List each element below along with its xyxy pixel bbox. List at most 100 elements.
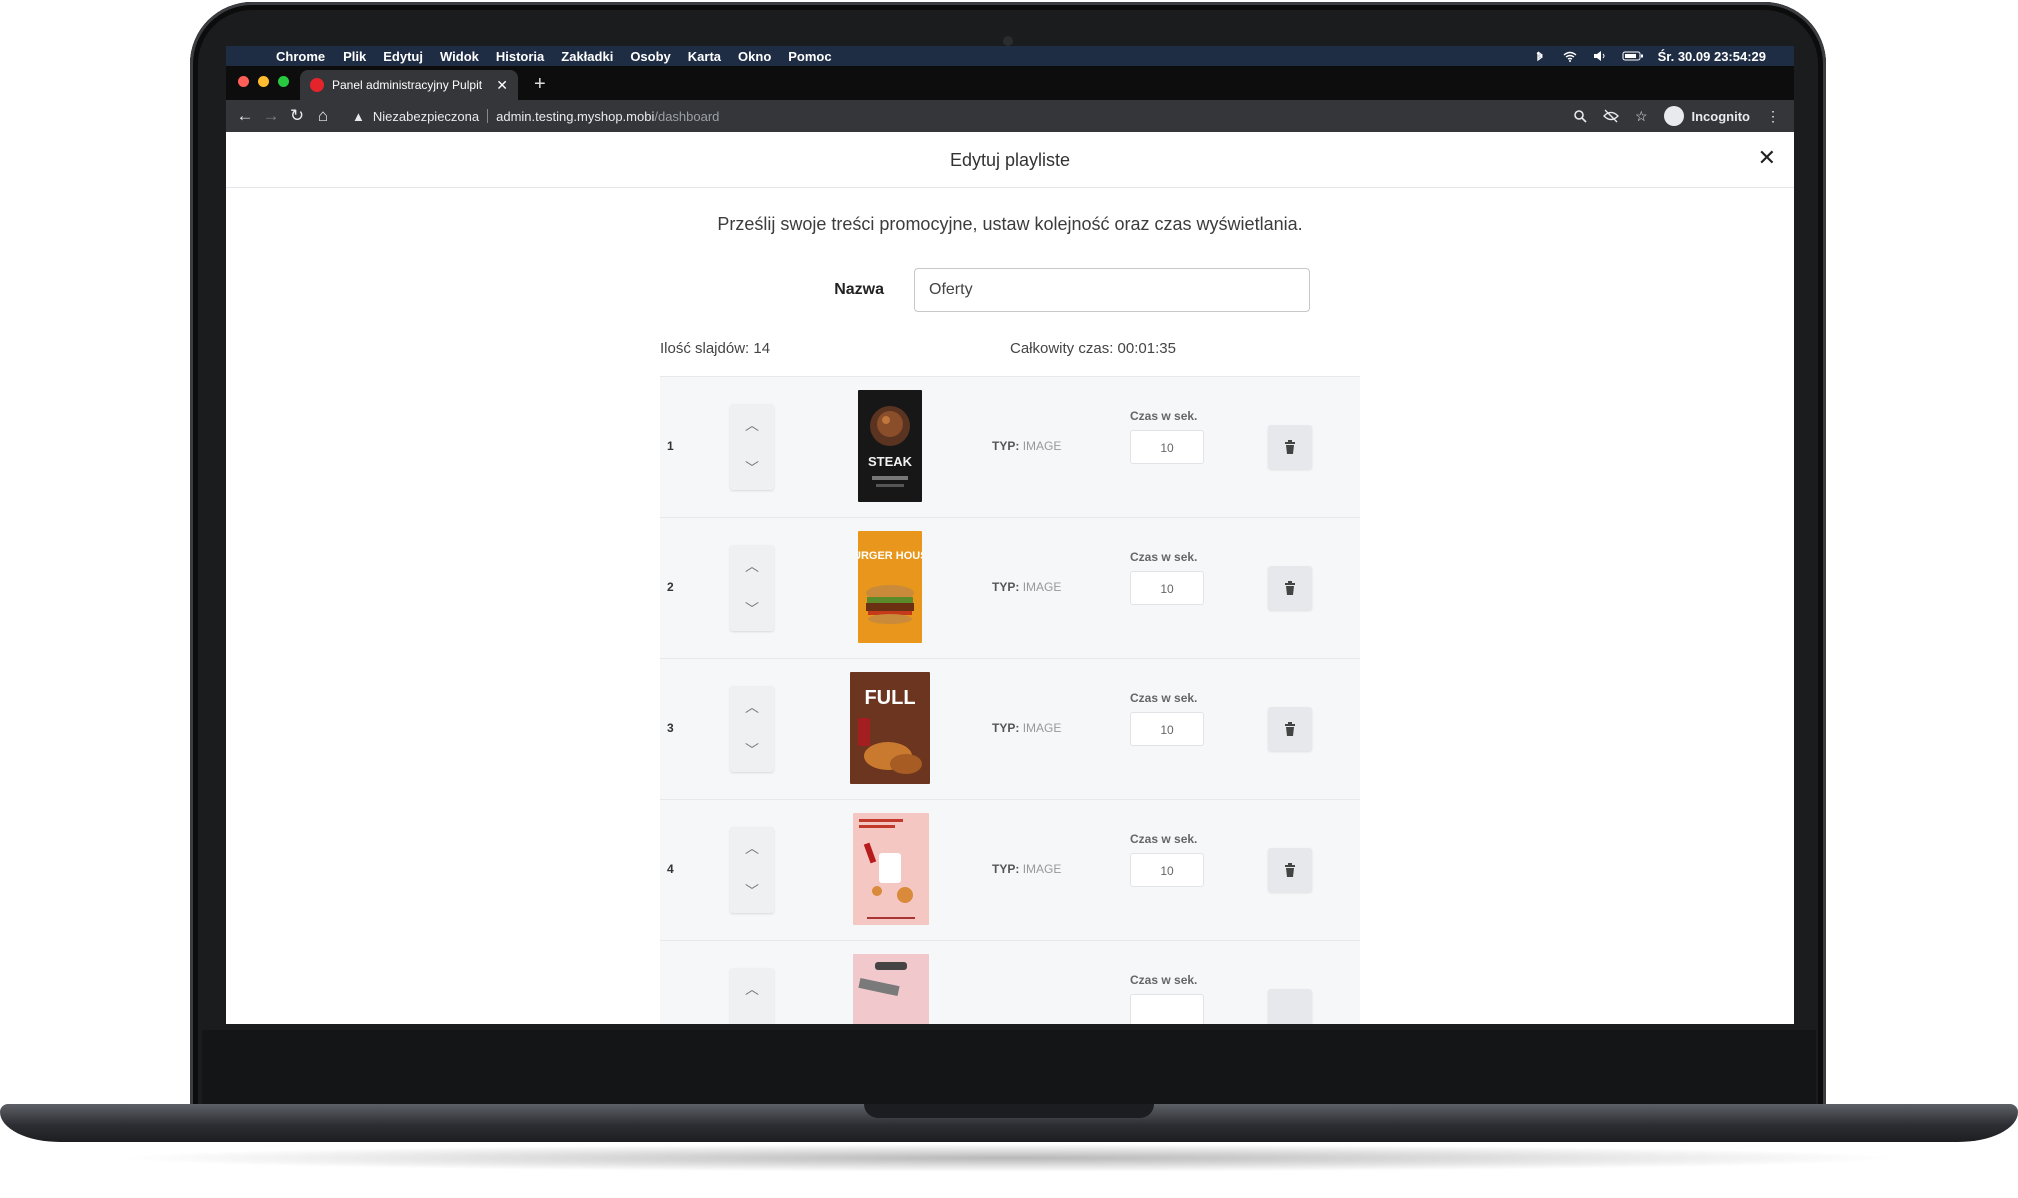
chevron-up-icon[interactable]: ︿ [730, 968, 774, 1011]
new-tab-button[interactable]: + [534, 73, 546, 96]
slide-thumbnail[interactable]: BURGER HOUSE [858, 531, 922, 643]
menu-zakladki[interactable]: Zakładki [561, 49, 613, 64]
close-icon[interactable]: ✕ [1758, 145, 1776, 171]
trash-icon [1285, 440, 1295, 454]
menu-osoby[interactable]: Osoby [630, 49, 670, 64]
slide-row: 4 ︿ ﹀ TYP: IMAGE Czas w sek. 10 [660, 799, 1360, 940]
slide-type: TYP: IMAGE [992, 862, 1061, 876]
slide-row: ︿ Czas w sek. [660, 940, 1360, 1024]
close-window-button[interactable] [238, 76, 249, 87]
slide-row: 2 ︿ ﹀ BURGER HOUSE TYP: IMAGE [660, 517, 1360, 658]
type-key: TYP: [992, 862, 1020, 876]
time-input[interactable] [1130, 994, 1204, 1024]
security-label: Niezabezpieczona [372, 108, 480, 124]
laptop-chin [202, 1030, 1816, 1104]
address-divider [487, 109, 489, 123]
laptop-mockup: Chrome Plik Edytuj Widok Historia Zakład… [0, 0, 2018, 1198]
home-icon[interactable]: ⌂ [310, 106, 336, 126]
slide-index: 4 [667, 862, 674, 876]
slide-index: 3 [667, 721, 674, 735]
slide-type: TYP: IMAGE [992, 580, 1061, 594]
menu-plik[interactable]: Plik [343, 49, 366, 64]
menu-historia[interactable]: Historia [496, 49, 544, 64]
tab-active[interactable]: Panel administracyjny Pulpit ✕ [300, 70, 518, 100]
delete-button[interactable] [1268, 848, 1312, 892]
modal-title: Edytuj playliste [949, 150, 1071, 170]
delete-button[interactable] [1268, 989, 1312, 1024]
profile-button[interactable]: Incognito [1663, 106, 1751, 126]
type-value: IMAGE [1022, 862, 1062, 876]
volume-icon[interactable] [1592, 50, 1608, 62]
slide-thumbnail[interactable] [853, 813, 929, 925]
bluetooth-icon[interactable] [1532, 50, 1548, 62]
tab-strip: Panel administracyjny Pulpit ✕ + [226, 66, 1794, 100]
slide-count: Ilość slajdów: 14 [660, 340, 771, 357]
type-value: IMAGE [1022, 721, 1062, 735]
menu-okno[interactable]: Okno [738, 49, 771, 64]
menu-karta[interactable]: Karta [688, 49, 721, 64]
wifi-icon[interactable] [1562, 50, 1578, 62]
menu-app[interactable]: Chrome [276, 49, 325, 64]
time-input[interactable]: 10 [1130, 853, 1204, 887]
chevron-down-icon[interactable]: ﹀ [730, 870, 774, 913]
profile-label: Incognito [1691, 108, 1751, 124]
eye-off-icon[interactable] [1603, 109, 1619, 123]
address-bar[interactable]: ▲ Niezabezpieczona admin.testing.myshop.… [352, 109, 719, 124]
mac-menu-bar: Chrome Plik Edytuj Widok Historia Zakład… [226, 46, 1794, 66]
reorder-controls: ︿ ﹀ [730, 404, 774, 490]
chevron-up-icon[interactable]: ︿ [730, 827, 774, 870]
menu-edytuj[interactable]: Edytuj [383, 49, 423, 64]
reload-icon[interactable]: ↻ [284, 106, 310, 126]
tab-title: Panel administracyjny Pulpit [332, 78, 483, 92]
zoom-icon[interactable] [1573, 109, 1587, 123]
modal-header: Edytuj playliste ✕ [226, 132, 1794, 188]
type-key: TYP: [992, 721, 1020, 735]
slide-index: 1 [667, 439, 674, 453]
menu-clock[interactable]: Śr. 30.09 23:54:29 [1658, 49, 1766, 64]
menu-dots-icon[interactable]: ⋮ [1766, 108, 1780, 125]
slide-thumbnail[interactable]: FULL [850, 672, 930, 784]
chevron-up-icon[interactable]: ︿ [730, 404, 774, 447]
menu-widok[interactable]: Widok [440, 49, 479, 64]
menu-pomoc[interactable]: Pomoc [788, 49, 831, 64]
name-label: Nazwa [834, 281, 884, 298]
zoom-window-button[interactable] [278, 76, 289, 87]
time-input[interactable]: 10 [1130, 571, 1204, 605]
camera [1003, 36, 1013, 46]
window-controls [238, 76, 289, 87]
trash-icon [1285, 581, 1295, 595]
laptop-notch [864, 1104, 1154, 1118]
back-arrow-icon[interactable]: ← [232, 106, 258, 126]
delete-button[interactable] [1268, 707, 1312, 751]
toolbar-actions: ☆ Incognito ⋮ [1573, 100, 1780, 132]
time-label: Czas w sek. [1130, 832, 1198, 846]
chevron-up-icon[interactable]: ︿ [730, 686, 774, 729]
time-label: Czas w sek. [1130, 550, 1198, 564]
favicon-icon [310, 78, 324, 92]
slide-thumbnail[interactable] [853, 954, 929, 1024]
bookmark-star-icon[interactable]: ☆ [1635, 108, 1648, 125]
minimize-window-button[interactable] [258, 76, 269, 87]
menu-status-area: Śr. 30.09 23:54:29 [1532, 46, 1766, 66]
slide-type: TYP: IMAGE [992, 439, 1061, 453]
page-content: Edytuj playliste ✕ Prześlij swoje treści… [226, 132, 1794, 1024]
url-host: admin.testing.myshop.mobi [496, 108, 655, 124]
battery-icon[interactable] [1622, 50, 1644, 62]
chevron-up-icon[interactable]: ︿ [730, 545, 774, 588]
chevron-down-icon[interactable]: ﹀ [730, 447, 774, 490]
total-time: Całkowity czas: 00:01:35 [1010, 340, 1176, 357]
forward-arrow-icon[interactable]: → [258, 106, 284, 126]
name-input[interactable] [914, 268, 1310, 312]
chevron-down-icon[interactable]: ﹀ [730, 588, 774, 631]
browser-toolbar: ← → ↻ ⌂ ▲ Niezabezpieczona admin.testing… [226, 100, 1794, 132]
time-input[interactable]: 10 [1130, 712, 1204, 746]
slide-row: 1 ︿ ﹀ STEAK TYP: IMAGE Czas w sek. 10 [660, 376, 1360, 517]
delete-button[interactable] [1268, 566, 1312, 610]
slide-thumbnail[interactable]: STEAK [858, 390, 922, 502]
time-input[interactable]: 10 [1130, 430, 1204, 464]
slide-index: 2 [667, 580, 674, 594]
delete-button[interactable] [1268, 425, 1312, 469]
chevron-down-icon[interactable]: ﹀ [730, 729, 774, 772]
type-value: IMAGE [1022, 439, 1062, 453]
tab-close-icon[interactable]: ✕ [496, 77, 508, 94]
